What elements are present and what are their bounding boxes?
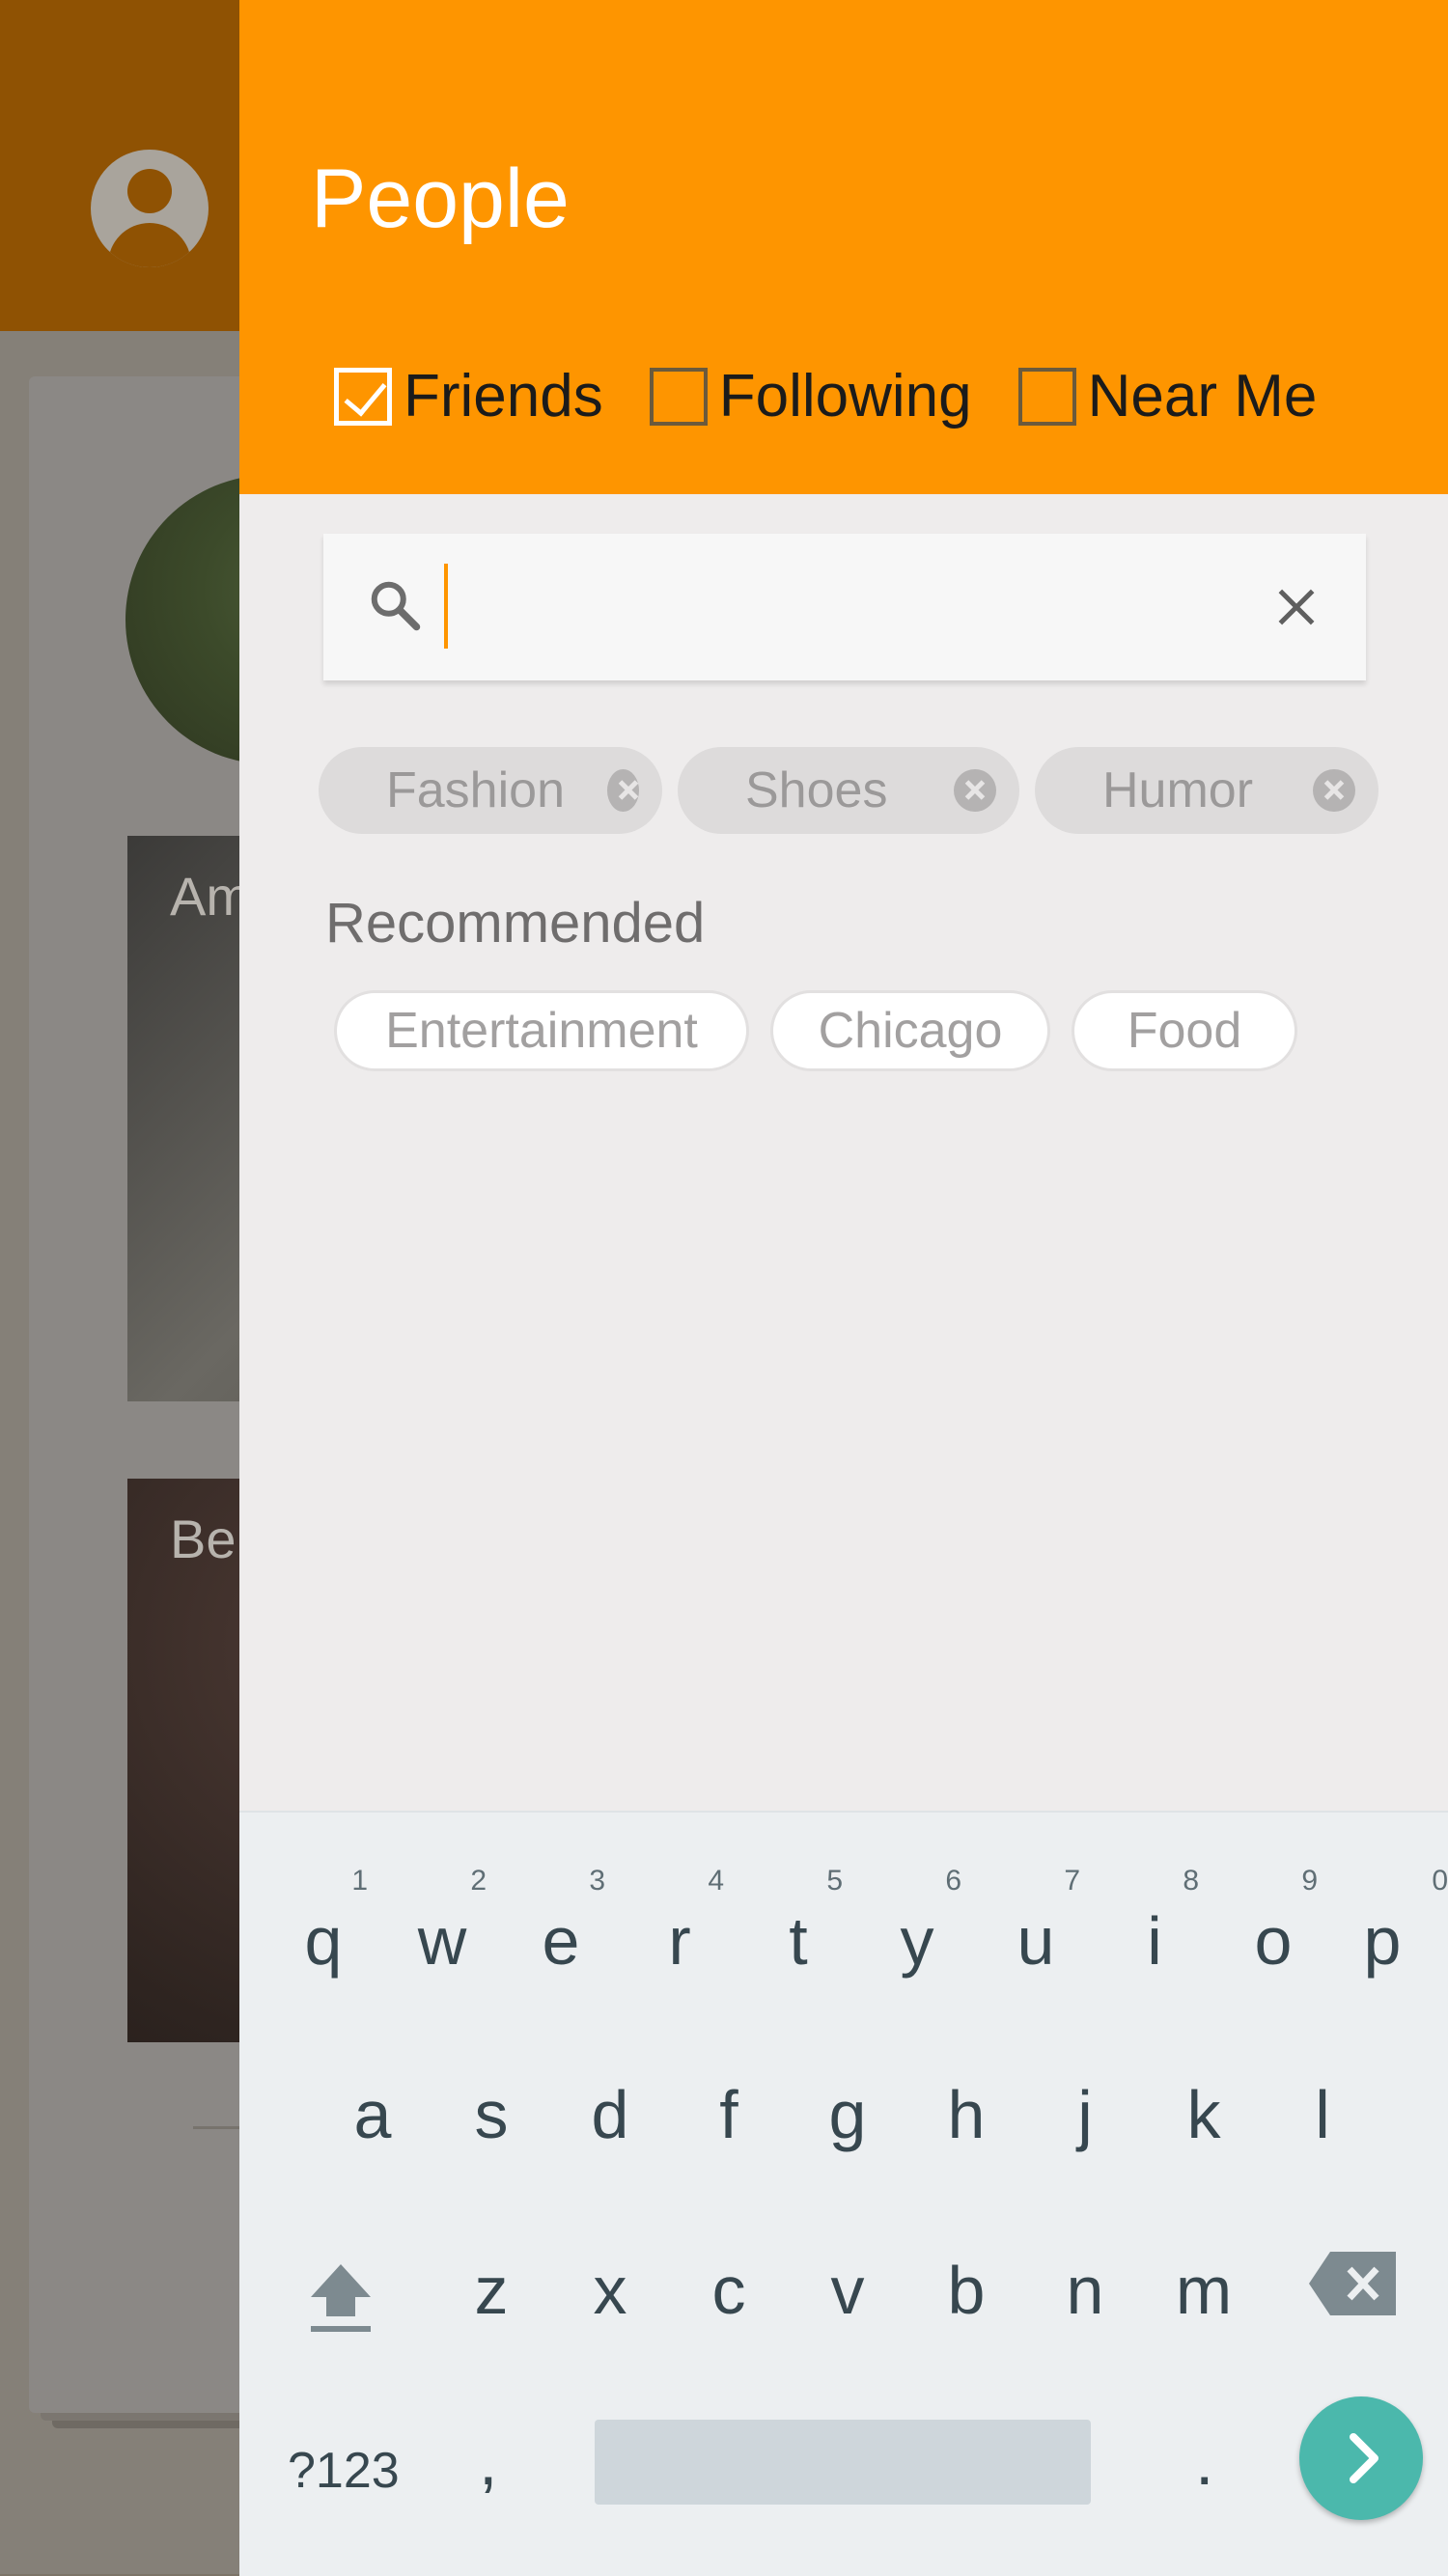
- key-h[interactable]: h: [908, 2081, 1024, 2148]
- remove-tag-icon[interactable]: [954, 769, 996, 812]
- recommended-tag[interactable]: Entertainment: [334, 990, 749, 1071]
- period-key[interactable]: .: [1195, 2423, 1213, 2500]
- search-icon: [371, 581, 421, 631]
- tag-chip-humor[interactable]: Humor: [1035, 747, 1378, 834]
- key-hint: 3: [589, 1865, 605, 1897]
- key-hint: 5: [826, 1865, 843, 1897]
- recommended-heading: Recommended: [325, 892, 706, 955]
- key-q[interactable]: q1: [265, 1867, 381, 1976]
- following-checkbox[interactable]: [649, 368, 708, 426]
- key-y[interactable]: y6: [859, 1867, 975, 1976]
- key-hint: 2: [470, 1865, 487, 1897]
- tag-label: Humor: [1102, 762, 1254, 818]
- key-p[interactable]: p0: [1324, 1867, 1448, 1976]
- key-hint: 9: [1301, 1865, 1318, 1897]
- drawer-title: People: [311, 152, 570, 245]
- key-w[interactable]: w2: [384, 1867, 500, 1976]
- key-o[interactable]: o9: [1215, 1867, 1331, 1976]
- filter-row: Friends Following Near Me: [334, 359, 1317, 434]
- key-a[interactable]: a: [315, 2081, 431, 2148]
- key-j[interactable]: j: [1027, 2081, 1143, 2148]
- key-l[interactable]: l: [1265, 2081, 1380, 2148]
- shift-key-icon[interactable]: [307, 2260, 375, 2338]
- filter-friends[interactable]: Friends: [334, 367, 603, 427]
- key-hint: 0: [1432, 1865, 1448, 1897]
- key-hint: 4: [708, 1865, 724, 1897]
- search-input[interactable]: [456, 564, 1328, 652]
- space-key[interactable]: [595, 2420, 1091, 2505]
- tag-chip-shoes[interactable]: Shoes: [678, 747, 1019, 834]
- go-button[interactable]: [1299, 2396, 1423, 2520]
- key-hint: 8: [1183, 1865, 1199, 1897]
- key-n[interactable]: n: [1027, 2257, 1143, 2324]
- clear-search-icon[interactable]: [1272, 583, 1321, 631]
- key-s[interactable]: s: [433, 2081, 549, 2148]
- recommended-tag[interactable]: Chicago: [770, 990, 1050, 1071]
- background-photo-label: Be: [170, 1509, 237, 1569]
- tag-chip-fashion[interactable]: Fashion: [319, 747, 662, 834]
- key-m[interactable]: m: [1146, 2257, 1262, 2324]
- key-t[interactable]: t5: [740, 1867, 856, 1976]
- key-r[interactable]: r4: [622, 1867, 738, 1976]
- key-hint: 6: [945, 1865, 961, 1897]
- key-u[interactable]: u7: [978, 1867, 1094, 1976]
- drawer-header: People Friends Following Near Me: [239, 0, 1448, 494]
- comma-key[interactable]: ,: [479, 2423, 497, 2500]
- key-b[interactable]: b: [908, 2257, 1024, 2324]
- key-d[interactable]: d: [552, 2081, 668, 2148]
- filter-label: Friends: [404, 363, 603, 429]
- tag-label: Shoes: [745, 762, 888, 818]
- selected-tags: Fashion Shoes Humor: [319, 747, 1378, 834]
- people-drawer: People Friends Following Near Me Fashion…: [239, 0, 1448, 2576]
- friends-checkbox[interactable]: [334, 368, 392, 426]
- account-icon: [91, 150, 209, 267]
- key-f[interactable]: f: [671, 2081, 787, 2148]
- near-me-checkbox[interactable]: [1017, 368, 1076, 426]
- key-z[interactable]: z: [433, 2257, 549, 2324]
- key-c[interactable]: c: [671, 2257, 787, 2324]
- filter-label: Following: [718, 363, 972, 429]
- filter-label: Near Me: [1087, 363, 1318, 429]
- key-x[interactable]: x: [552, 2257, 668, 2324]
- key-k[interactable]: k: [1146, 2081, 1262, 2148]
- chevron-right-icon: [1350, 2433, 1378, 2483]
- key-g[interactable]: g: [790, 2081, 905, 2148]
- backspace-key-icon[interactable]: [1309, 2252, 1396, 2315]
- key-hint: 1: [351, 1865, 368, 1897]
- text-cursor: [444, 564, 448, 649]
- key-i[interactable]: i8: [1097, 1867, 1212, 1976]
- tag-label: Fashion: [386, 762, 565, 818]
- key-v[interactable]: v: [790, 2257, 905, 2324]
- recommended-tags: Entertainment Chicago Food: [334, 990, 1297, 1071]
- filter-following[interactable]: Following: [649, 363, 972, 429]
- recommended-tag[interactable]: Food: [1072, 990, 1297, 1071]
- key-e[interactable]: e3: [503, 1867, 619, 1976]
- remove-tag-icon[interactable]: [1313, 769, 1355, 812]
- symbols-key[interactable]: ?123: [288, 2442, 400, 2500]
- remove-tag-icon[interactable]: [607, 769, 639, 812]
- filter-near-me[interactable]: Near Me: [1017, 363, 1318, 429]
- key-hint: 7: [1064, 1865, 1080, 1897]
